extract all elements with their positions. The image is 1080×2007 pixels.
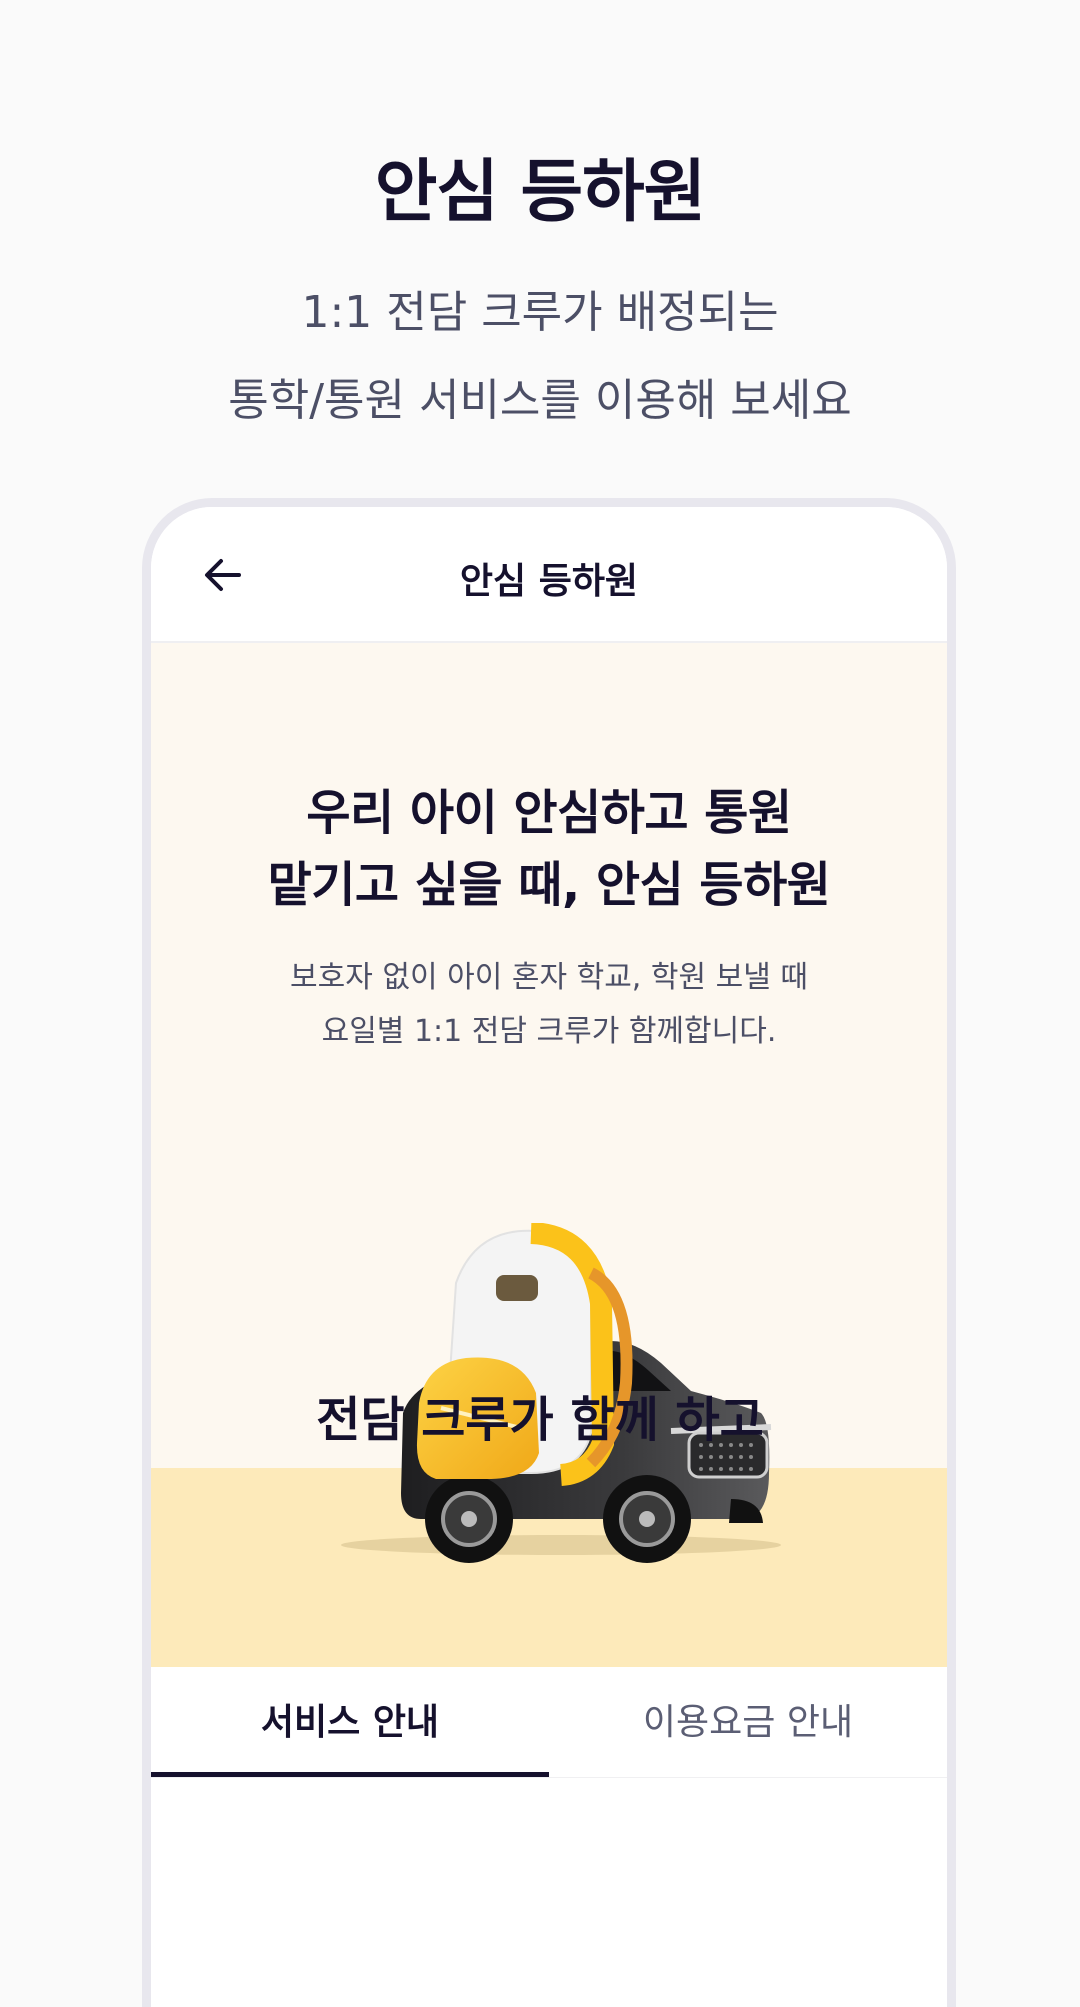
tab-bar: 서비스 안내 이용요금 안내 — [151, 1667, 947, 1778]
section-heading: 전담 크루가 함께 하고 — [316, 1392, 764, 1448]
hero-desc-line1: 보호자 없이 아이 혼자 학교, 학원 보낼 때 — [290, 960, 808, 995]
tab-pricing-info[interactable]: 이용요금 안내 — [549, 1667, 947, 1777]
hero-desc-line2: 요일별 1:1 전담 크루가 함께합니다. — [321, 1014, 777, 1049]
tab-service-info[interactable]: 서비스 안내 — [151, 1667, 549, 1777]
hero-title-line1: 우리 아이 안심하고 통원 — [306, 785, 792, 841]
hero-banner: 우리 아이 안심하고 통원 맡기고 싶을 때, 안심 등하원 보호자 없이 아이… — [151, 643, 947, 1667]
phone-frame: 안심 등하원 우리 아이 안심하고 통원 맡기고 싶을 때, 안심 등하원 보호… — [142, 498, 956, 2007]
header-title: 안심 등하원 — [459, 561, 639, 602]
hero-description: 보호자 없이 아이 혼자 학교, 학원 보낼 때 요일별 1:1 전담 크루가 … — [151, 951, 947, 1059]
promo-subtitle-line2: 통학/통원 서비스를 이용해 보세요 — [228, 375, 852, 426]
promo-title: 안심 등하원 — [374, 153, 706, 232]
app-header: 안심 등하원 — [151, 507, 947, 643]
hero-title: 우리 아이 안심하고 통원 맡기고 싶을 때, 안심 등하원 — [151, 777, 947, 921]
hero-title-line2: 맡기고 싶을 때, 안심 등하원 — [267, 857, 831, 913]
promo-subtitle-line1: 1:1 전담 크루가 배정되는 — [301, 287, 779, 338]
promo-subtitle: 1:1 전담 크루가 배정되는 통학/통원 서비스를 이용해 보세요 — [0, 287, 1080, 426]
